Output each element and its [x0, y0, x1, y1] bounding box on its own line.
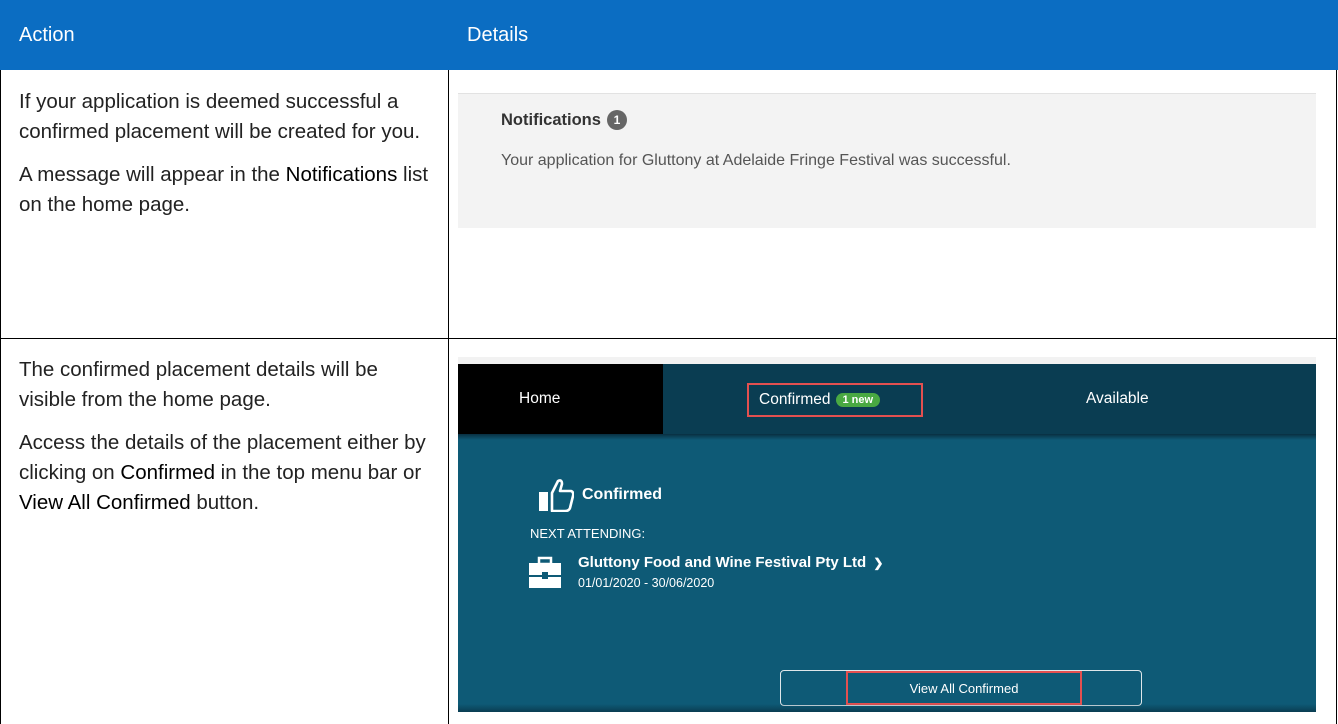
- next-placement[interactable]: Gluttony Food and Wine Festival Pty Ltd …: [528, 554, 883, 590]
- instruction-table: Action Details If your application is de…: [0, 0, 1338, 724]
- placement-info: Gluttony Food and Wine Festival Pty Ltd …: [578, 554, 883, 590]
- next-attending-label: NEXT ATTENDING:: [530, 526, 646, 541]
- thumbs-up-icon: [539, 479, 574, 512]
- row2-para2-post: button.: [190, 491, 260, 514]
- top-menu-bar: Home Confirmed 1 new Available: [458, 364, 1316, 434]
- header-details: Details: [448, 0, 1338, 70]
- row2-para2-mid: in the top menu bar or: [214, 461, 422, 484]
- nav-shadow: [458, 434, 1316, 440]
- notifications-title: Notifications 1: [501, 110, 627, 130]
- confirmed-section-header: Confirmed: [538, 478, 662, 512]
- chevron-right-icon: ❯: [873, 556, 884, 570]
- dashboard-screenshot: Home Confirmed 1 new Available Confirmed…: [458, 357, 1316, 712]
- row-divider: [0, 338, 1337, 339]
- border-right: [1336, 70, 1337, 724]
- header-action: Action: [0, 0, 448, 70]
- new-count-badge: 1 new: [835, 393, 881, 407]
- row2-para1: The confirmed placement details will be …: [19, 358, 378, 411]
- row2-para2: Access the details of the placement eith…: [19, 428, 434, 518]
- row1-para2: A message will appear in the Notificatio…: [19, 160, 429, 220]
- header-action-label: Action: [19, 23, 75, 46]
- row2-confirmed-term: Confirmed: [120, 461, 215, 484]
- placement-dates: 01/01/2020 - 30/06/2020: [578, 576, 715, 590]
- confirmed-section-title: Confirmed: [582, 486, 662, 503]
- row2-view-all-term: View All Confirmed: [19, 491, 191, 514]
- header-details-label: Details: [467, 23, 529, 46]
- notification-message[interactable]: Your application for Gluttony at Adelaid…: [501, 152, 1011, 170]
- nav-home[interactable]: Home: [458, 364, 663, 434]
- nav-confirmed[interactable]: Confirmed 1 new: [747, 383, 923, 417]
- dashboard-bottom-shade: [458, 704, 1316, 712]
- row2-action-cell: The confirmed placement details will be …: [19, 355, 434, 531]
- placement-name-text: Gluttony Food and Wine Festival Pty Ltd: [578, 554, 867, 571]
- row1-para1: If your application is deemed successful…: [19, 90, 421, 143]
- notifications-count-badge: 1: [606, 110, 627, 130]
- view-all-confirmed-label: View All Confirmed: [909, 680, 1019, 696]
- briefcase-icon: [529, 556, 561, 588]
- notifications-title-text: Notifications: [501, 110, 601, 129]
- view-all-confirmed-highlight[interactable]: View All Confirmed: [846, 671, 1082, 705]
- row1-para2-pre: A message will appear in the: [19, 163, 286, 186]
- row1-notifications-term: Notifications: [285, 163, 398, 186]
- border-middle: [448, 70, 449, 724]
- row1-action-cell: If your application is deemed successful…: [19, 87, 429, 233]
- nav-home-label: Home: [519, 390, 561, 407]
- nav-available-label: Available: [1086, 390, 1149, 407]
- nav-confirmed-label: Confirmed: [759, 391, 831, 408]
- border-left: [0, 70, 1, 724]
- notifications-panel: Notifications 1 Your application for Glu…: [458, 93, 1316, 228]
- placement-name[interactable]: Gluttony Food and Wine Festival Pty Ltd …: [578, 554, 883, 571]
- nav-available[interactable]: Available: [1086, 364, 1149, 434]
